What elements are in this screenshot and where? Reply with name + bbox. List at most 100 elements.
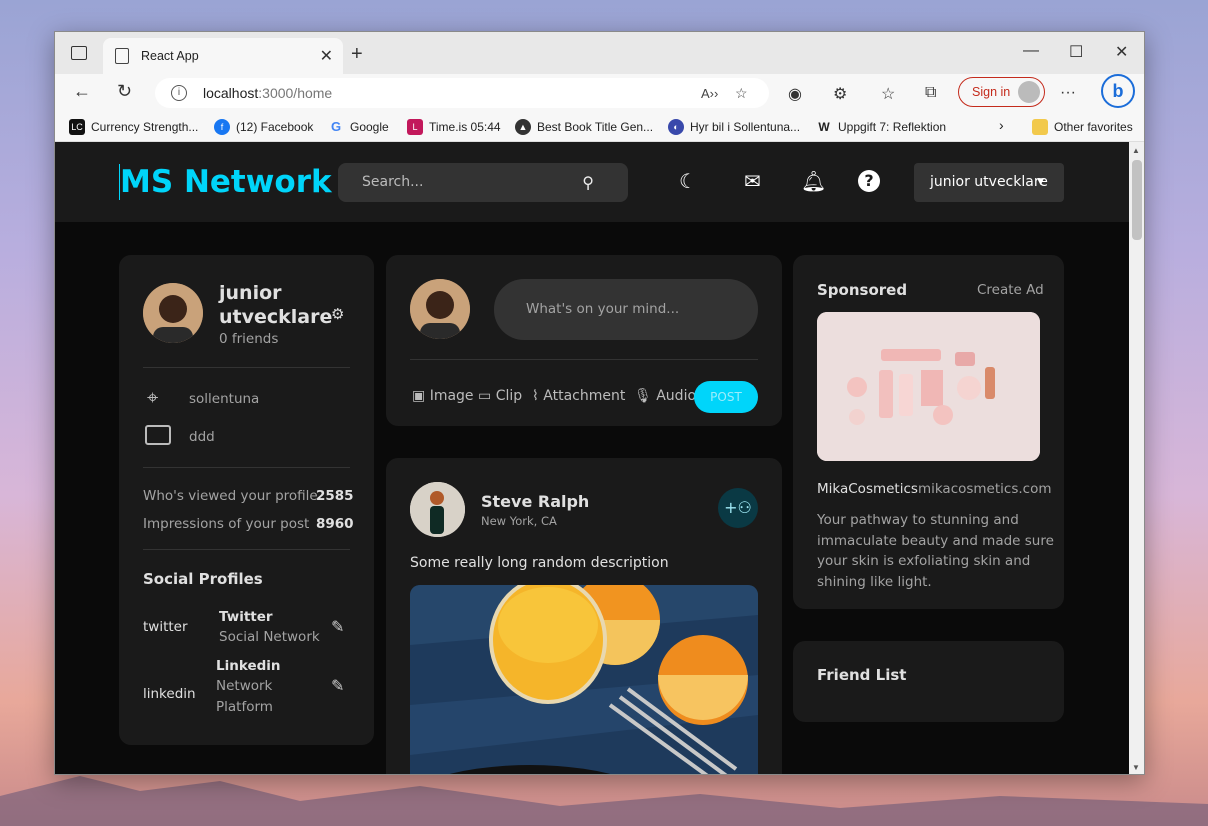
edit-icon[interactable]: ✎ [331,676,344,695]
tab-strip: React App ✕ + — ☐ ✕ [55,32,1144,74]
user-select[interactable]: junior utvecklare ▼ [914,163,1064,202]
refresh-icon[interactable]: ↻ [117,81,132,102]
audio-button[interactable]: 🎙︎ Audio [634,388,696,404]
bookmark-favicon: W [818,120,830,134]
linkedin-icon: linkedin [143,686,196,702]
ad-description: Your pathway to stunning and immaculate … [817,510,1054,592]
extensions-icon[interactable]: ⚙ [833,84,847,104]
bing-icon[interactable]: b [1101,74,1135,108]
collections-icon[interactable]: ⧉ [925,84,936,102]
divider [143,467,350,468]
attachment-button[interactable]: ⌇ Attachment [532,388,625,404]
post-image[interactable] [410,585,758,774]
page-scrollbar[interactable]: ▲ ▼ [1129,142,1144,774]
post-composer: What's on your mind... ▣ Image ▭ Clip ⌇ … [386,255,782,426]
post-input[interactable]: What's on your mind... [494,279,758,340]
social-name[interactable]: Linkedin [216,658,281,674]
ad-image[interactable] [817,312,1040,461]
manage-accounts-icon[interactable]: ⚙ [331,305,344,323]
profile-avatar-icon [1018,81,1040,103]
bookmark-item[interactable]: f (12) Facebook [214,119,313,135]
work-icon [145,425,171,445]
ad-brand-line[interactable]: MikaCosmeticsmikacosmetics.com [817,481,1052,497]
more-icon[interactable]: ··· [1060,84,1076,102]
bookmark-item[interactable]: ◐ Hyr bil i Sollentuna... [668,119,800,135]
post-author[interactable]: Steve Ralph [481,492,589,511]
message-icon[interactable]: ✉ [744,169,761,193]
profile-card: junior utvecklare ⚙ 0 friends ⌖ sollentun… [119,255,374,745]
bookmark-item[interactable]: L Time.is 05:44 [407,119,501,135]
maximize-icon[interactable]: ☐ [1069,42,1083,62]
google-icon: G [330,119,342,134]
scrollbar-thumb[interactable] [1132,160,1142,240]
sign-in-button[interactable]: Sign in [958,77,1045,107]
bookmark-favicon: L [407,119,423,135]
ad-line: immaculate beauty and made sure [817,532,1054,549]
favorite-star-icon[interactable]: ☆ [735,85,748,102]
bookmark-item[interactable]: ▲ Best Book Title Gen... [515,119,653,135]
impressions-value: 8960 [316,516,354,532]
create-ad-link[interactable]: Create Ad [977,282,1044,298]
chevron-down-icon: ▼ [1037,177,1044,187]
bookmark-label: Best Book Title Gen... [537,120,654,134]
mic-icon: 🎙︎ [634,388,657,404]
image-button[interactable]: ▣ Image [412,388,474,404]
gif-icon: ▭ [478,388,496,404]
clip-button[interactable]: ▭ Clip [478,388,522,404]
avatar[interactable] [143,283,203,343]
edit-icon[interactable]: ✎ [331,617,344,636]
extension-icon[interactable]: ◉ [788,84,802,104]
divider [143,549,350,550]
sign-in-label: Sign in [972,85,1011,99]
browser-tab[interactable]: React App ✕ [103,38,343,74]
close-window-icon[interactable]: ✕ [1115,42,1128,62]
sponsored-title: Sponsored [817,281,908,299]
social-desc: Network [216,678,273,694]
scroll-up-icon[interactable]: ▲ [1132,146,1140,155]
avatar [410,279,470,339]
help-icon[interactable]: ? [858,170,880,192]
back-icon[interactable]: ← [73,81,91,102]
bookmark-item[interactable]: W Uppgift 7: Reflektion [816,119,946,135]
viewed-value: 2585 [316,488,354,504]
bookmark-favicon: ◐ [668,119,684,135]
profile-name[interactable]: junior utvecklare [219,281,332,329]
post-button[interactable]: POST [694,381,758,413]
bookmarks-bar: LC Currency Strength... f (12) Facebook GG… [55,114,1144,142]
clip-label: Clip [495,388,523,404]
scroll-down-icon[interactable]: ▼ [1132,763,1140,772]
bookmark-label: Currency Strength... [91,120,199,134]
notification-icon[interactable]: 🔔︎ [801,169,826,193]
other-favorites-label: Other favorites [1054,120,1133,134]
close-tab-icon[interactable]: ✕ [320,46,333,66]
profile-location: sollentuna [189,391,260,407]
dark-mode-icon[interactable]: ☾ [679,169,697,193]
avatar[interactable] [410,482,465,537]
other-favorites[interactable]: Other favorites [1032,119,1133,135]
logo[interactable]: MS Network [119,164,332,200]
bookmark-item[interactable]: LC Currency Strength... [69,119,198,135]
minimize-icon[interactable]: — [1023,42,1039,60]
bookmark-label: Uppgift 7: Reflektion [838,120,947,134]
person-add-icon: +⚇ [724,498,752,517]
bookmark-item[interactable]: G Google [328,119,389,135]
url-input[interactable]: i localhost:3000/home A›› ☆ [155,78,769,108]
tab-actions-icon[interactable] [71,46,87,60]
search-input[interactable]: Search... ⚲ [338,163,628,202]
post-description: Some really long random description [410,555,669,571]
url-host: localhost [203,85,259,101]
url-path: :3000/home [258,85,333,101]
image-label: Image [429,388,474,404]
chevron-right-icon[interactable]: › [999,117,1004,133]
favorites-icon[interactable]: ☆ [881,84,895,104]
address-bar: ← ↻ i localhost:3000/home A›› ☆ ◉ ⚙ ☆ ⧉ … [55,74,1144,114]
search-icon[interactable]: ⚲ [582,163,594,202]
read-aloud-icon[interactable]: A›› [701,86,718,101]
twitter-icon: twitter [143,619,188,635]
user-select-label: junior utvecklare [930,174,1048,190]
add-friend-button[interactable]: +⚇ [718,488,758,528]
social-name[interactable]: Twitter [219,609,273,625]
new-tab-icon[interactable]: + [351,43,363,66]
info-icon[interactable]: i [171,85,187,101]
attachment-label: Attachment [543,388,626,404]
